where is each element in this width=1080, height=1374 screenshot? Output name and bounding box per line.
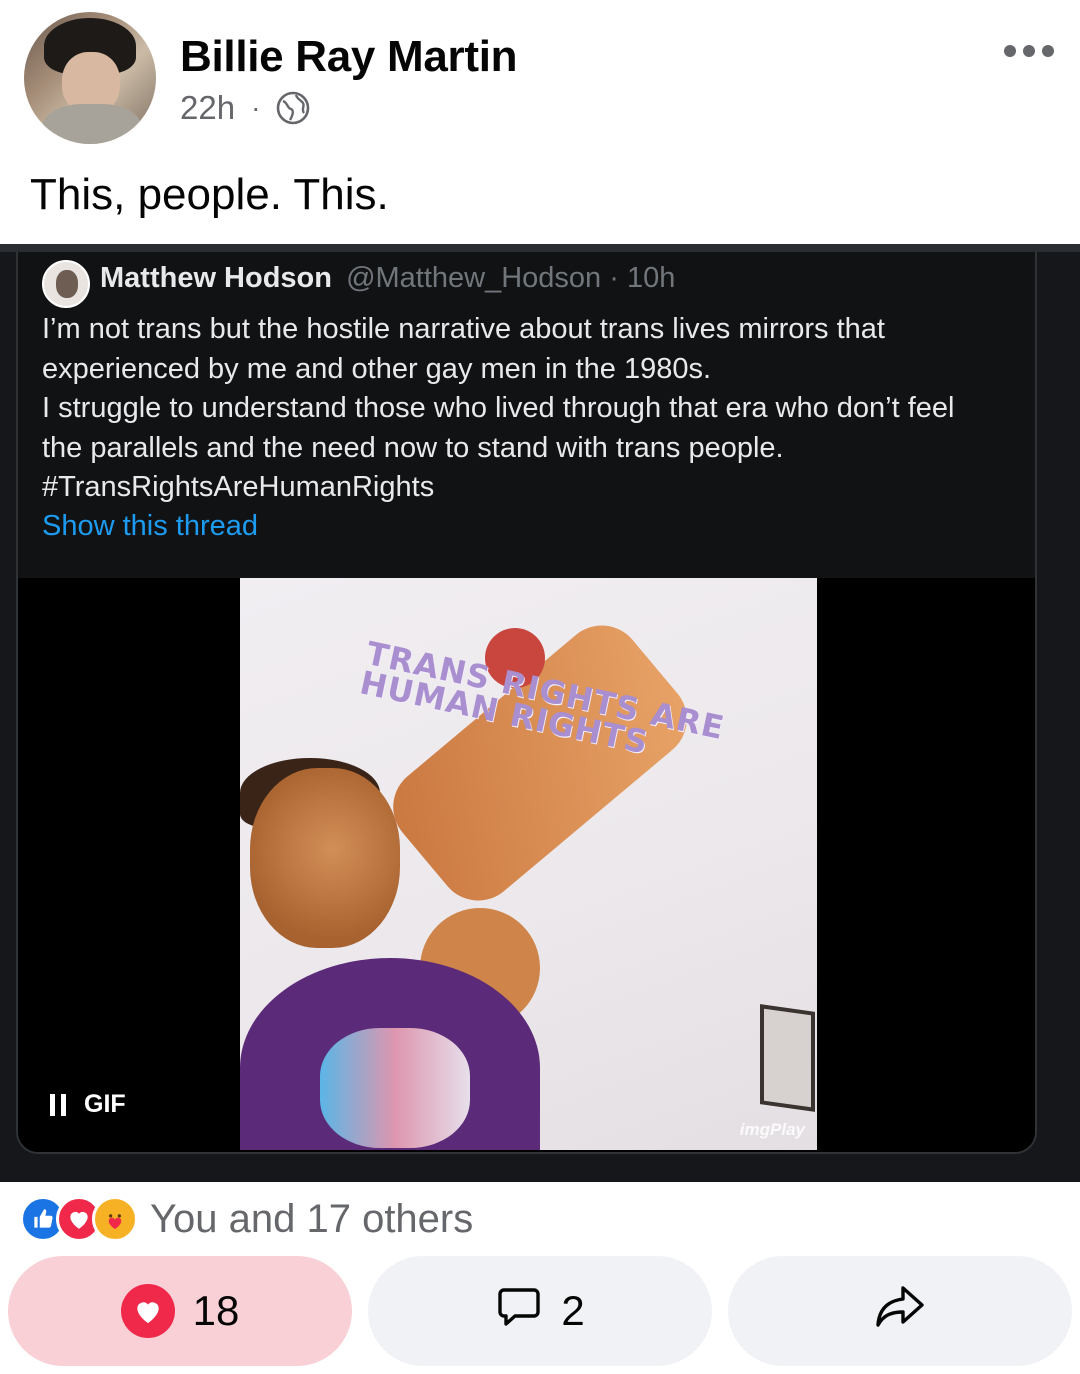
- globe-icon: [276, 91, 310, 125]
- author-avatar[interactable]: [24, 12, 156, 144]
- tweet-line: I’m not trans but the hostile narrative …: [42, 313, 885, 345]
- embedded-screenshot: Matthew Hodson @Matthew_Hodson · 10h I’m…: [0, 244, 1080, 1182]
- comment-count: 2: [561, 1287, 585, 1334]
- gif-label: GIF: [84, 1090, 126, 1118]
- tweet-line: the parallels and the need now to stand …: [42, 431, 784, 464]
- post-meta: 22h ·: [180, 88, 310, 128]
- gif-watermark: imgPlay: [739, 1120, 805, 1139]
- like-button[interactable]: 18: [8, 1256, 352, 1366]
- comment-button[interactable]: 2: [368, 1256, 712, 1366]
- tweet-hashtag: #TransRightsAreHumanRights: [42, 471, 435, 503]
- tweet-header: Matthew Hodson @Matthew_Hodson · 10h: [100, 262, 675, 295]
- post-text: This, people. This.: [30, 170, 389, 219]
- action-bar: 18 2: [0, 1256, 1080, 1368]
- avatar-shirt: [42, 104, 142, 144]
- reactions-text: You and 17 others: [150, 1196, 474, 1241]
- reactions-summary[interactable]: You and 17 others: [20, 1196, 473, 1242]
- meta-separator: ·: [251, 92, 261, 123]
- like-count: 18: [192, 1287, 240, 1334]
- tweet-avatar: [42, 260, 90, 308]
- comment-icon: [495, 1282, 543, 1340]
- heart-icon: [120, 1284, 175, 1338]
- tweet-media: TRANS RIGHTS ARE HUMAN RIGHTS imgPlay GI…: [18, 578, 1035, 1152]
- share-icon: [874, 1282, 926, 1340]
- pause-icon: [50, 1093, 66, 1116]
- gif-image: TRANS RIGHTS ARE HUMAN RIGHTS imgPlay: [240, 578, 817, 1150]
- gif-shirt-print: [320, 1028, 470, 1148]
- post-timestamp[interactable]: 22h: [180, 89, 235, 127]
- show-thread-link: Show this thread: [42, 510, 259, 542]
- tweet-line: experienced by me and other gay men in t…: [42, 352, 712, 385]
- tweet-card: Matthew Hodson @Matthew_Hodson · 10h I’m…: [16, 252, 1037, 1154]
- embed-top-border: [0, 244, 1080, 252]
- gif-head: [250, 768, 400, 948]
- tweet-handle-time: @Matthew_Hodson · 10h: [346, 262, 676, 294]
- care-icon: [92, 1196, 138, 1242]
- tweet-body: Matthew Hodson @Matthew_Hodson · 10h I’m…: [18, 252, 1035, 578]
- tweet-author-name: Matthew Hodson: [100, 262, 332, 294]
- tweet-line: I struggle to understand those who lived…: [42, 392, 955, 424]
- tweet-avatar-face: [56, 270, 78, 298]
- gif-picture-frame: [760, 1004, 815, 1112]
- tweet-text: I’m not trans but the hostile narrative …: [42, 310, 1027, 508]
- share-button[interactable]: [728, 1256, 1072, 1366]
- author-name[interactable]: Billie Ray Martin: [180, 32, 518, 82]
- gif-badge: GIF: [50, 1090, 126, 1119]
- post-header: Billie Ray Martin 22h ·: [0, 0, 1080, 150]
- more-options-icon[interactable]: [1004, 40, 1054, 62]
